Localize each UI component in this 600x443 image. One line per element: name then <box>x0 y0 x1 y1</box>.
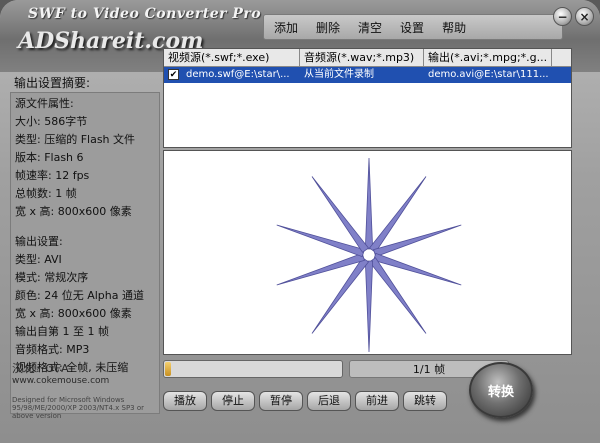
app-title: SWF to Video Converter Pro <box>28 6 262 22</box>
row-output-cell: demo.avi@E:\star\111... <box>428 69 549 80</box>
source-heading: 源文件属性: <box>15 97 74 110</box>
table-row[interactable]: ✔ demo.swf@E:\star\... 从当前文件录制 demo.avi@… <box>164 67 571 83</box>
column-audio-source[interactable]: 音频源(*.wav;*.mp3) <box>300 49 424 66</box>
star-arm <box>364 157 374 250</box>
app-window: SWF to Video Converter Pro ADShareit.com… <box>0 0 600 443</box>
close-icon: × <box>579 9 590 24</box>
minimize-icon: − <box>557 9 568 24</box>
star-center <box>366 252 372 258</box>
back-button[interactable]: 后退 <box>307 391 351 411</box>
menu-help[interactable]: 帮助 <box>442 19 466 36</box>
site-link[interactable]: www.cokemouse.com <box>12 376 160 386</box>
menu-bar: 添加 删除 清空 设置 帮助 <box>263 14 563 40</box>
summary-panel: 输出设置摘要: 源文件属性: 大小: 586字节 类型: 压缩的 Flash 文… <box>4 72 160 414</box>
close-button[interactable]: × <box>575 7 594 26</box>
column-video-source[interactable]: 视频源(*.swf;*.exe) <box>164 49 300 66</box>
stop-button[interactable]: 停止 <box>211 391 255 411</box>
credits: 汉化: OFA www.cokemouse.com Designed for M… <box>12 360 160 420</box>
menu-delete[interactable]: 删除 <box>316 19 340 36</box>
output-range: 输出自第 1 至 1 帧 <box>15 325 109 338</box>
output-type: 类型: AVI <box>15 253 62 266</box>
source-frames: 总帧数: 1 帧 <box>15 187 77 200</box>
jump-button[interactable]: 跳转 <box>403 391 447 411</box>
progress-bar <box>163 360 343 378</box>
menu-clear[interactable]: 清空 <box>358 19 382 36</box>
menu-settings[interactable]: 设置 <box>400 19 424 36</box>
star-icon <box>276 157 462 353</box>
row-audio-cell: 从当前文件录制 <box>304 69 374 80</box>
source-type: 类型: 压缩的 Flash 文件 <box>15 133 136 146</box>
pause-button[interactable]: 暂停 <box>259 391 303 411</box>
output-heading: 输出设置: <box>15 235 63 248</box>
column-output[interactable]: 输出(*.avi;*.mpg;*.g... <box>424 49 552 66</box>
playback-controls: 播放 停止 暂停 后退 前进 跳转 <box>163 391 447 411</box>
progress-fill <box>165 362 171 376</box>
designed-for-note: Designed for Microsoft Windows 95/98/ME/… <box>12 396 145 420</box>
menu-add[interactable]: 添加 <box>274 19 298 36</box>
summary-title: 输出设置摘要: <box>14 76 91 90</box>
forward-button[interactable]: 前进 <box>355 391 399 411</box>
source-size: 大小: 586字节 <box>15 115 88 128</box>
source-dimensions: 宽 x 高: 800x600 像素 <box>15 205 132 218</box>
row-video-cell: demo.swf@E:\star\... <box>186 69 290 80</box>
localizer-credit: 汉化: OFA <box>12 362 70 375</box>
row-checkbox[interactable]: ✔ <box>168 69 179 80</box>
output-color: 颜色: 24 位无 Alpha 通道 <box>15 289 144 302</box>
preview-pane <box>163 150 572 355</box>
source-version: 版本: Flash 6 <box>15 151 84 164</box>
file-list-header: 视频源(*.swf;*.exe) 音频源(*.wav;*.mp3) 输出(*.a… <box>164 49 571 67</box>
file-list: 视频源(*.swf;*.exe) 音频源(*.wav;*.mp3) 输出(*.a… <box>163 48 572 148</box>
play-button[interactable]: 播放 <box>163 391 207 411</box>
preview-star-graphic <box>276 157 462 353</box>
star-arm <box>364 260 374 353</box>
convert-button[interactable]: 转换 <box>469 362 533 418</box>
output-dimensions: 宽 x 高: 800x600 像素 <box>15 307 132 320</box>
minimize-button[interactable]: − <box>553 7 572 26</box>
output-audio: 音频格式: MP3 <box>15 343 90 356</box>
source-framerate: 帧速率: 12 fps <box>15 169 90 182</box>
output-mode: 模式: 常规次序 <box>15 271 89 284</box>
